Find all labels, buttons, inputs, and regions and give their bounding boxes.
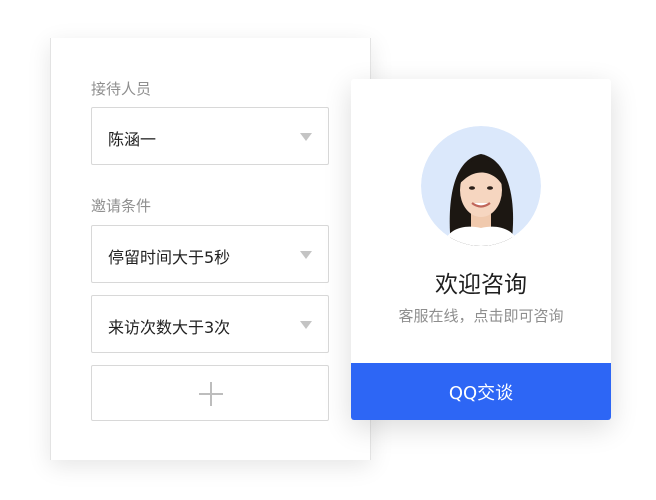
condition-value: 来访次数大于3次	[108, 318, 231, 337]
reception-selected-value: 陈涵一	[108, 130, 157, 149]
caret-down-icon	[300, 251, 312, 259]
reception-select[interactable]: 陈涵一	[91, 107, 329, 165]
condition-select-visit-count[interactable]: 来访次数大于3次	[91, 295, 329, 353]
card-subtitle: 客服在线，点击即可咨询	[398, 307, 564, 325]
condition-select-stay-time[interactable]: 停留时间大于5秒	[91, 225, 329, 283]
card-title: 欢迎咨询	[435, 272, 527, 298]
conditions-label: 邀请条件	[91, 197, 152, 215]
reception-label: 接待人员	[91, 80, 152, 98]
plus-icon	[210, 382, 212, 406]
caret-down-icon	[300, 133, 312, 141]
caret-down-icon	[300, 321, 312, 329]
add-condition-button[interactable]	[91, 365, 329, 421]
invite-settings-panel: 接待人员 陈涵一 邀请条件 停留时间大于5秒 来访次数大于3次	[50, 38, 371, 460]
condition-value: 停留时间大于5秒	[108, 248, 231, 267]
agent-avatar	[421, 126, 541, 246]
consult-card: 欢迎咨询 客服在线，点击即可咨询 QQ交谈	[351, 79, 611, 420]
qq-chat-button[interactable]: QQ交谈	[351, 363, 611, 420]
